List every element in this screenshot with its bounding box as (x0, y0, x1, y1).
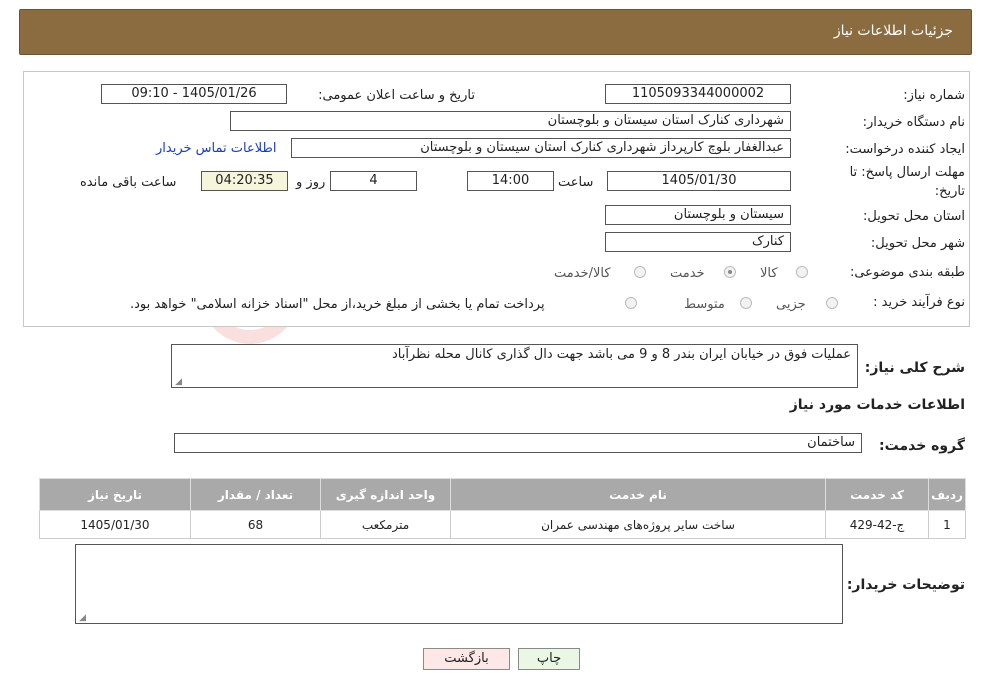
cell-unit: مترمکعب (320, 510, 451, 539)
deadline-date-field: 1405/01/30 (607, 171, 791, 191)
page-header: جزئیات اطلاعات نیاز (19, 9, 972, 55)
summary-label: شرح کلی نیاز: (864, 360, 965, 376)
announce-date-field: 1405/01/26 - 09:10 (101, 84, 287, 104)
col-quantity: تعداد / مقدار (190, 478, 321, 511)
table-row: 1 ج-42-429 ساخت سایر پروژه‌های مهندسی عم… (39, 510, 966, 539)
city-label: شهر محل تحویل: (870, 236, 965, 251)
service-group-label: گروه خدمت: (879, 438, 965, 454)
need-number-label: شماره نیاز: (903, 88, 965, 103)
process-radio-medium[interactable] (740, 297, 752, 309)
services-table: ردیف کد خدمت نام خدمت واحد اندازه گیری ت… (39, 478, 966, 539)
category-radio-goods-service[interactable] (634, 266, 646, 278)
back-button[interactable]: بازگشت (423, 648, 510, 670)
category-radio-goods[interactable] (796, 266, 808, 278)
deadline-time-field: 14:00 (467, 171, 554, 191)
category-option-goods: کالا (760, 266, 778, 281)
deadline-label-line2: تاریخ: (934, 184, 965, 199)
process-label: نوع فرآیند خرید : (873, 295, 965, 310)
deadline-label-line1: مهلت ارسال پاسخ: تا (849, 165, 965, 180)
category-option-service: خدمت (670, 266, 705, 281)
province-field: سیستان و بلوچستان (605, 205, 791, 225)
requester-field: عبدالغفار بلوچ کارپرداز شهرداری کنارک اس… (291, 138, 791, 158)
buyer-notes-label: توضیحات خریدار: (846, 577, 965, 593)
need-number-field: 1105093344000002 (605, 84, 791, 104)
page-title: جزئیات اطلاعات نیاز (833, 23, 953, 39)
resize-grip-icon[interactable]: ◢ (78, 614, 86, 623)
cell-service-code: ج-42-429 (825, 510, 929, 539)
process-option-minor: جزیی (776, 297, 806, 312)
resize-grip-icon[interactable]: ◢ (174, 378, 182, 387)
category-radio-service[interactable] (724, 266, 736, 278)
col-service-code: کد خدمت (825, 478, 929, 511)
cell-quantity: 68 (190, 510, 321, 539)
days-field: 4 (330, 171, 417, 191)
remaining-time-label: ساعت باقی مانده (80, 175, 177, 190)
requester-label: ایجاد کننده درخواست: (845, 142, 965, 157)
need-details-panel (23, 71, 970, 327)
table-header-row: ردیف کد خدمت نام خدمت واحد اندازه گیری ت… (39, 478, 966, 511)
col-need-date: تاریخ نیاز (39, 478, 191, 511)
summary-text: عملیات فوق در خیابان ایران بندر 8 و 9 می… (391, 347, 851, 362)
col-service-name: نام خدمت (450, 478, 826, 511)
city-field: کنارک (605, 232, 791, 252)
province-label: استان محل تحویل: (863, 209, 965, 224)
announce-date-label: تاریخ و ساعت اعلان عمومی: (318, 88, 475, 103)
buyer-org-field: شهرداری کنارک استان سیستان و بلوچستان (230, 111, 791, 131)
buyer-notes-textarea[interactable]: ◢ (75, 544, 843, 624)
deadline-time-label: ساعت (558, 175, 594, 190)
col-row-number: ردیف (928, 478, 966, 511)
buyer-org-label: نام دستگاه خریدار: (862, 115, 965, 130)
treasury-checkbox[interactable] (625, 297, 637, 309)
service-group-field: ساختمان (174, 433, 862, 453)
col-unit: واحد اندازه گیری (320, 478, 451, 511)
remaining-time-field: 04:20:35 (201, 171, 288, 191)
category-label: طبقه بندی موضوعی: (849, 265, 965, 280)
services-section-title: اطلاعات خدمات مورد نیاز (789, 397, 965, 413)
process-option-medium: متوسط (684, 297, 725, 312)
cell-service-name: ساخت سایر پروژه‌های مهندسی عمران (450, 510, 826, 539)
category-option-goods-service: کالا/خدمت (554, 266, 611, 281)
cell-row-number: 1 (928, 510, 966, 539)
treasury-note: پرداخت تمام یا بخشی از مبلغ خرید،از محل … (130, 297, 545, 312)
process-radio-minor[interactable] (826, 297, 838, 309)
cell-need-date: 1405/01/30 (39, 510, 191, 539)
buyer-contact-link[interactable]: اطلاعات تماس خریدار (156, 141, 276, 156)
days-label: روز و (296, 175, 326, 190)
summary-textarea[interactable]: عملیات فوق در خیابان ایران بندر 8 و 9 می… (171, 344, 858, 388)
print-button[interactable]: چاپ (518, 648, 580, 670)
